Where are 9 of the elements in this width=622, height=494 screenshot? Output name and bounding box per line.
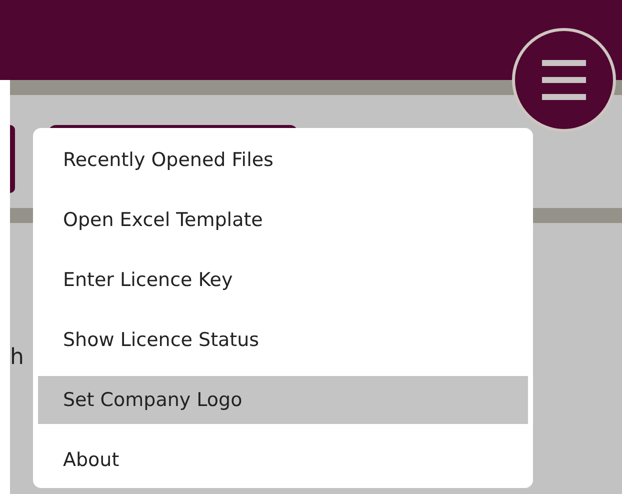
menu-item[interactable]: Show Licence Status bbox=[38, 316, 528, 364]
menu-icon bbox=[542, 60, 586, 100]
menu-item[interactable]: Enter Licence Key bbox=[38, 256, 528, 304]
menu-item[interactable]: Recently Opened Files bbox=[38, 136, 528, 184]
menu-item[interactable]: Set Company Logo bbox=[38, 376, 528, 424]
toolbar-button[interactable] bbox=[10, 125, 15, 193]
body-text: h bbox=[10, 347, 24, 369]
menu-item[interactable]: About bbox=[38, 436, 528, 484]
menu-item[interactable]: Open Excel Template bbox=[38, 196, 528, 244]
